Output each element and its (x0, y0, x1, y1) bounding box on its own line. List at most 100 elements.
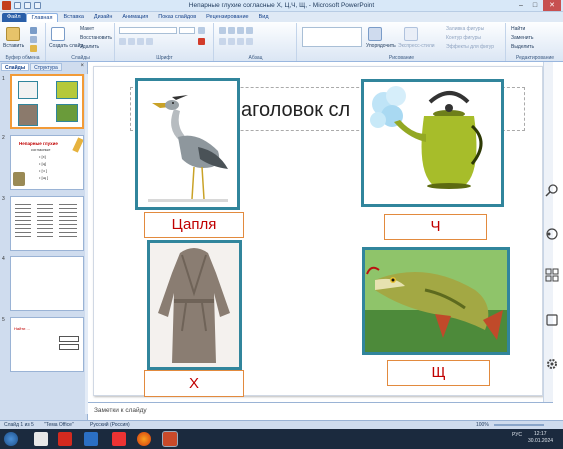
find-button[interactable]: Найти (511, 26, 525, 32)
increase-indent-icon[interactable] (246, 27, 253, 34)
maximize-button[interactable]: □ (529, 0, 541, 11)
windows-icon[interactable] (545, 268, 559, 282)
arrange-button[interactable]: Упорядочить (366, 43, 396, 49)
label-shch[interactable]: Щ (387, 360, 490, 386)
bullets-icon[interactable] (219, 27, 226, 34)
format-painter-icon[interactable] (30, 45, 37, 52)
label-ch[interactable]: Ч (384, 214, 487, 240)
align-right-icon[interactable] (237, 38, 244, 45)
slide-thumb-5[interactable]: Найти ... (10, 317, 84, 372)
share-icon[interactable] (545, 227, 559, 241)
editing-group: Найти Заменить Выделить Редактирование (507, 23, 563, 61)
clipboard-label: Буфер обмена (5, 55, 40, 61)
slides-label: Слайды (71, 55, 90, 61)
slide-canvas[interactable]: аголовок сл Цапля Ч Х Щ (93, 66, 543, 397)
yandex-icon[interactable] (112, 432, 126, 446)
tab-file[interactable]: Файл (2, 13, 26, 22)
tab-slideshow[interactable]: Показ слайдов (153, 13, 201, 22)
search-icon[interactable] (545, 183, 559, 197)
label-kh[interactable]: Х (144, 370, 244, 397)
quick-styles-icon[interactable] (404, 27, 418, 41)
slides-group: Создать слайд Макет Восстановить Удалить… (47, 23, 115, 61)
pdf-reader-icon[interactable] (58, 432, 72, 446)
heron-picture[interactable] (135, 78, 240, 210)
thumb2-subtitle: согласные (31, 147, 51, 152)
justify-icon[interactable] (246, 38, 253, 45)
font-size-box[interactable] (179, 27, 195, 34)
slide-thumb-2[interactable]: Непарные глухие согласные • [х] • [ц] • … (10, 135, 84, 190)
editing-label: Редактирование (515, 55, 555, 61)
tab-animation[interactable]: Анимация (117, 13, 153, 22)
devices-icon[interactable] (545, 313, 559, 327)
tab-review[interactable]: Рецензирование (201, 13, 253, 22)
clock-time[interactable]: 12:17 (534, 431, 547, 437)
close-panel-icon[interactable]: × (80, 63, 84, 69)
thumb5-box (59, 344, 79, 350)
zoom-slider[interactable] (494, 424, 544, 426)
shape-outline-button[interactable]: Контур фигуры (446, 35, 481, 41)
cut-icon[interactable] (30, 27, 37, 34)
slide-thumb-1[interactable] (10, 74, 84, 129)
tab-design[interactable]: Дизайн (89, 13, 118, 22)
tab-view[interactable]: Вид (254, 13, 274, 22)
thumb5-box (59, 336, 79, 342)
tab-outline[interactable]: Структура (30, 63, 62, 71)
arrange-icon[interactable] (368, 27, 382, 41)
close-button[interactable]: ✕ (543, 0, 561, 11)
numbering-icon[interactable] (228, 27, 235, 34)
minimize-button[interactable]: – (515, 0, 527, 11)
label-heron[interactable]: Цапля (144, 212, 244, 238)
language-indicator[interactable]: РУС (512, 432, 522, 438)
paste-icon[interactable] (6, 27, 20, 41)
zoom-level[interactable]: 100% (476, 422, 489, 428)
replace-button[interactable]: Заменить (511, 35, 533, 41)
delete-button[interactable]: Удалить (80, 44, 99, 50)
select-button[interactable]: Выделить (511, 44, 534, 50)
slide-editor: аголовок сл Цапля Ч Х Щ (88, 62, 553, 402)
copy-icon[interactable] (30, 36, 37, 43)
font-color-icon[interactable] (198, 38, 205, 45)
pike-image (365, 250, 507, 352)
font-name-box[interactable] (119, 27, 177, 34)
shape-fill-button[interactable]: Заливка фигуры (446, 26, 484, 32)
align-center-icon[interactable] (228, 38, 235, 45)
kettle-picture[interactable] (361, 79, 504, 207)
new-slide-icon[interactable] (51, 27, 65, 41)
slide-thumb-3[interactable] (10, 196, 84, 251)
align-left-icon[interactable] (219, 38, 226, 45)
italic-icon[interactable] (128, 38, 135, 45)
strikethrough-icon[interactable] (146, 38, 153, 45)
powerpoint-taskbar-icon[interactable] (162, 431, 178, 447)
tab-home[interactable]: Главная (25, 13, 59, 22)
theme-name[interactable]: "Тема Office" (44, 422, 74, 428)
grow-font-icon[interactable] (198, 27, 205, 34)
decrease-indent-icon[interactable] (237, 27, 244, 34)
paragraph-label: Абзац (248, 55, 263, 61)
tab-insert[interactable]: Вставка (58, 13, 88, 22)
shapes-gallery[interactable] (302, 27, 362, 47)
word-icon[interactable] (84, 432, 98, 446)
shape-effects-button[interactable]: Эффекты для фигур (446, 44, 494, 50)
clock-date[interactable]: 30.01.2024 (528, 438, 553, 444)
layout-button[interactable]: Макет (80, 26, 94, 32)
explorer-icon[interactable] (34, 432, 48, 446)
heron-image (148, 95, 228, 202)
robe-image (150, 243, 239, 367)
language[interactable]: Русский (Россия) (90, 422, 130, 428)
new-slide-button[interactable]: Создать слайд (49, 43, 83, 49)
bold-icon[interactable] (119, 38, 126, 45)
notes-pane[interactable]: Заметки к слайду (88, 402, 553, 419)
reset-button[interactable]: Восстановить (80, 35, 112, 41)
start-icon[interactable] (4, 432, 18, 446)
slide-thumb-4[interactable] (10, 256, 84, 311)
firefox-icon[interactable] (137, 432, 151, 446)
pike-picture[interactable] (362, 247, 510, 355)
paste-button[interactable]: Вставить (3, 43, 24, 49)
slide-number-3: 3 (2, 196, 5, 202)
thumb2-title: Непарные глухие (19, 141, 58, 146)
settings-icon[interactable] (545, 357, 559, 371)
robe-picture[interactable] (147, 240, 242, 370)
quick-styles-button[interactable]: Экспресс-стили (398, 43, 435, 49)
tab-slides[interactable]: Слайды (1, 63, 30, 71)
underline-icon[interactable] (137, 38, 144, 45)
